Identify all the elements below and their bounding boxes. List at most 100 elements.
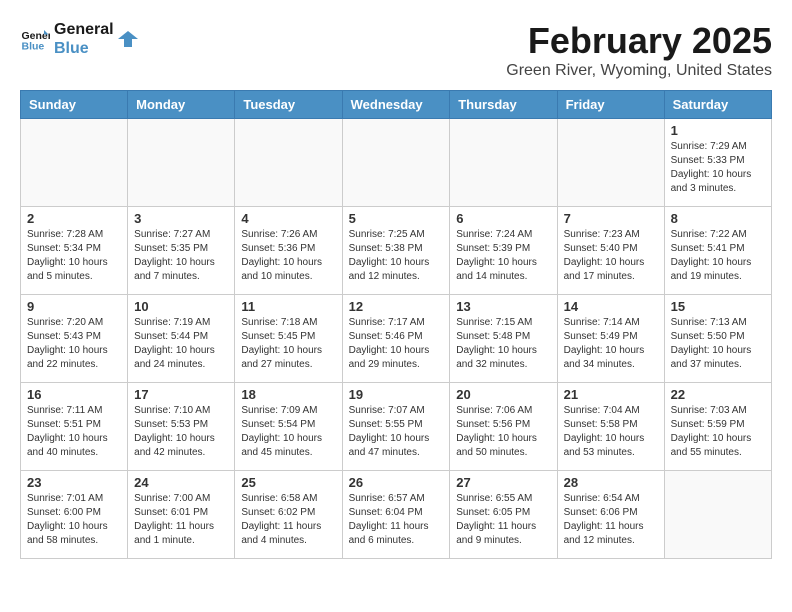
- day-info: Sunrise: 7:09 AM Sunset: 5:54 PM Dayligh…: [241, 404, 335, 460]
- day-info: Sunrise: 6:58 AM Sunset: 6:02 PM Dayligh…: [241, 492, 335, 548]
- day-number: 18: [241, 387, 335, 402]
- day-info: Sunrise: 7:00 AM Sunset: 6:01 PM Dayligh…: [134, 492, 228, 548]
- day-info: Sunrise: 7:13 AM Sunset: 5:50 PM Dayligh…: [671, 316, 765, 372]
- calendar-cell: [557, 119, 664, 207]
- logo-icon: General Blue: [20, 24, 50, 54]
- calendar-cell: 27 Sunrise: 6:55 AM Sunset: 6:05 PM Dayli…: [450, 471, 557, 559]
- calendar-cell: 16 Sunrise: 7:11 AM Sunset: 5:51 PM Dayli…: [21, 383, 128, 471]
- calendar-cell: 19Sunrise: 7:07 AM Sunset: 5:55 PM Dayli…: [342, 383, 450, 471]
- weekday-header-monday: Monday: [128, 91, 235, 119]
- day-number: 2: [27, 211, 121, 226]
- day-info: Sunrise: 7:28 AM Sunset: 5:34 PM Dayligh…: [27, 228, 121, 284]
- weekday-header-thursday: Thursday: [450, 91, 557, 119]
- day-info: Sunrise: 7:15 AM Sunset: 5:48 PM Dayligh…: [456, 316, 550, 372]
- day-info: Sunrise: 7:27 AM Sunset: 5:35 PM Dayligh…: [134, 228, 228, 284]
- day-number: 24: [134, 475, 228, 490]
- day-number: 7: [564, 211, 658, 226]
- calendar-cell: [664, 471, 771, 559]
- calendar-cell: 8 Sunrise: 7:22 AM Sunset: 5:41 PM Daylig…: [664, 207, 771, 295]
- logo-bird-icon: [118, 29, 138, 49]
- day-number: 13: [456, 299, 550, 314]
- logo-blue: Blue: [54, 39, 114, 58]
- day-info: Sunrise: 6:54 AM Sunset: 6:06 PM Dayligh…: [564, 492, 658, 548]
- calendar-cell: 4 Sunrise: 7:26 AM Sunset: 5:36 PM Daylig…: [235, 207, 342, 295]
- weekday-header-row: SundayMondayTuesdayWednesdayThursdayFrid…: [21, 91, 772, 119]
- svg-text:Blue: Blue: [22, 41, 45, 53]
- day-number: 12: [349, 299, 444, 314]
- day-number: 11: [241, 299, 335, 314]
- day-info: Sunrise: 7:03 AM Sunset: 5:59 PM Dayligh…: [671, 404, 765, 460]
- calendar-cell: 25 Sunrise: 6:58 AM Sunset: 6:02 PM Dayli…: [235, 471, 342, 559]
- calendar-cell: 9 Sunrise: 7:20 AM Sunset: 5:43 PM Daylig…: [21, 295, 128, 383]
- day-number: 8: [671, 211, 765, 226]
- calendar-cell: 23 Sunrise: 7:01 AM Sunset: 6:00 PM Dayli…: [21, 471, 128, 559]
- calendar-cell: 18 Sunrise: 7:09 AM Sunset: 5:54 PM Dayli…: [235, 383, 342, 471]
- calendar-cell: [235, 119, 342, 207]
- day-info: Sunrise: 7:22 AM Sunset: 5:41 PM Dayligh…: [671, 228, 765, 284]
- calendar-cell: 17Sunrise: 7:10 AM Sunset: 5:53 PM Dayli…: [128, 383, 235, 471]
- day-info: Sunrise: 7:23 AM Sunset: 5:40 PM Dayligh…: [564, 228, 658, 284]
- day-number: 9: [27, 299, 121, 314]
- day-info: Sunrise: 6:55 AM Sunset: 6:05 PM Dayligh…: [456, 492, 550, 548]
- logo-general: General: [54, 20, 114, 39]
- calendar-week-row: 16 Sunrise: 7:11 AM Sunset: 5:51 PM Dayli…: [21, 383, 772, 471]
- day-info: Sunrise: 7:04 AM Sunset: 5:58 PM Dayligh…: [564, 404, 658, 460]
- day-number: 23: [27, 475, 121, 490]
- calendar-table: SundayMondayTuesdayWednesdayThursdayFrid…: [20, 90, 772, 559]
- calendar-cell: 12 Sunrise: 7:17 AM Sunset: 5:46 PM Dayli…: [342, 295, 450, 383]
- day-number: 28: [564, 475, 658, 490]
- day-info: Sunrise: 7:29 AM Sunset: 5:33 PM Dayligh…: [671, 140, 765, 196]
- day-number: 20: [456, 387, 550, 402]
- calendar-week-row: 9 Sunrise: 7:20 AM Sunset: 5:43 PM Daylig…: [21, 295, 772, 383]
- calendar-subtitle: Green River, Wyoming, United States: [506, 62, 772, 80]
- day-info: Sunrise: 7:19 AM Sunset: 5:44 PM Dayligh…: [134, 316, 228, 372]
- day-number: 25: [241, 475, 335, 490]
- day-number: 4: [241, 211, 335, 226]
- calendar-cell: 14 Sunrise: 7:14 AM Sunset: 5:49 PM Dayli…: [557, 295, 664, 383]
- day-info: Sunrise: 7:10 AM Sunset: 5:53 PM Dayligh…: [134, 404, 228, 460]
- calendar-cell: 10 Sunrise: 7:19 AM Sunset: 5:44 PM Dayli…: [128, 295, 235, 383]
- calendar-cell: [450, 119, 557, 207]
- day-number: 26: [349, 475, 444, 490]
- calendar-cell: 6 Sunrise: 7:24 AM Sunset: 5:39 PM Daylig…: [450, 207, 557, 295]
- page-header: General Blue General Blue February 2025 …: [20, 20, 772, 80]
- day-number: 15: [671, 299, 765, 314]
- calendar-cell: 5Sunrise: 7:25 AM Sunset: 5:38 PM Daylig…: [342, 207, 450, 295]
- day-number: 6: [456, 211, 550, 226]
- weekday-header-sunday: Sunday: [21, 91, 128, 119]
- day-info: Sunrise: 7:26 AM Sunset: 5:36 PM Dayligh…: [241, 228, 335, 284]
- calendar-cell: 26Sunrise: 6:57 AM Sunset: 6:04 PM Dayli…: [342, 471, 450, 559]
- day-info: Sunrise: 7:11 AM Sunset: 5:51 PM Dayligh…: [27, 404, 121, 460]
- calendar-cell: 28 Sunrise: 6:54 AM Sunset: 6:06 PM Dayli…: [557, 471, 664, 559]
- day-number: 1: [671, 123, 765, 138]
- day-info: Sunrise: 7:01 AM Sunset: 6:00 PM Dayligh…: [27, 492, 121, 548]
- day-info: Sunrise: 7:24 AM Sunset: 5:39 PM Dayligh…: [456, 228, 550, 284]
- calendar-cell: 2 Sunrise: 7:28 AM Sunset: 5:34 PM Daylig…: [21, 207, 128, 295]
- calendar-cell: 13 Sunrise: 7:15 AM Sunset: 5:48 PM Dayli…: [450, 295, 557, 383]
- title-section: February 2025 Green River, Wyoming, Unit…: [506, 20, 772, 80]
- calendar-cell: 15 Sunrise: 7:13 AM Sunset: 5:50 PM Dayli…: [664, 295, 771, 383]
- day-info: Sunrise: 7:14 AM Sunset: 5:49 PM Dayligh…: [564, 316, 658, 372]
- calendar-week-row: 2 Sunrise: 7:28 AM Sunset: 5:34 PM Daylig…: [21, 207, 772, 295]
- calendar-cell: 7 Sunrise: 7:23 AM Sunset: 5:40 PM Daylig…: [557, 207, 664, 295]
- calendar-cell: [342, 119, 450, 207]
- day-number: 16: [27, 387, 121, 402]
- day-number: 10: [134, 299, 228, 314]
- day-info: Sunrise: 7:20 AM Sunset: 5:43 PM Dayligh…: [27, 316, 121, 372]
- calendar-week-row: 23 Sunrise: 7:01 AM Sunset: 6:00 PM Dayli…: [21, 471, 772, 559]
- calendar-cell: 1 Sunrise: 7:29 AM Sunset: 5:33 PM Daylig…: [664, 119, 771, 207]
- calendar-cell: [128, 119, 235, 207]
- day-number: 19: [349, 387, 444, 402]
- day-number: 14: [564, 299, 658, 314]
- weekday-header-saturday: Saturday: [664, 91, 771, 119]
- day-number: 21: [564, 387, 658, 402]
- day-info: Sunrise: 7:17 AM Sunset: 5:46 PM Dayligh…: [349, 316, 444, 372]
- day-info: Sunrise: 7:06 AM Sunset: 5:56 PM Dayligh…: [456, 404, 550, 460]
- calendar-cell: 3Sunrise: 7:27 AM Sunset: 5:35 PM Daylig…: [128, 207, 235, 295]
- calendar-title: February 2025: [506, 20, 772, 62]
- day-number: 27: [456, 475, 550, 490]
- calendar-week-row: 1 Sunrise: 7:29 AM Sunset: 5:33 PM Daylig…: [21, 119, 772, 207]
- weekday-header-friday: Friday: [557, 91, 664, 119]
- calendar-cell: 24 Sunrise: 7:00 AM Sunset: 6:01 PM Dayli…: [128, 471, 235, 559]
- day-info: Sunrise: 7:18 AM Sunset: 5:45 PM Dayligh…: [241, 316, 335, 372]
